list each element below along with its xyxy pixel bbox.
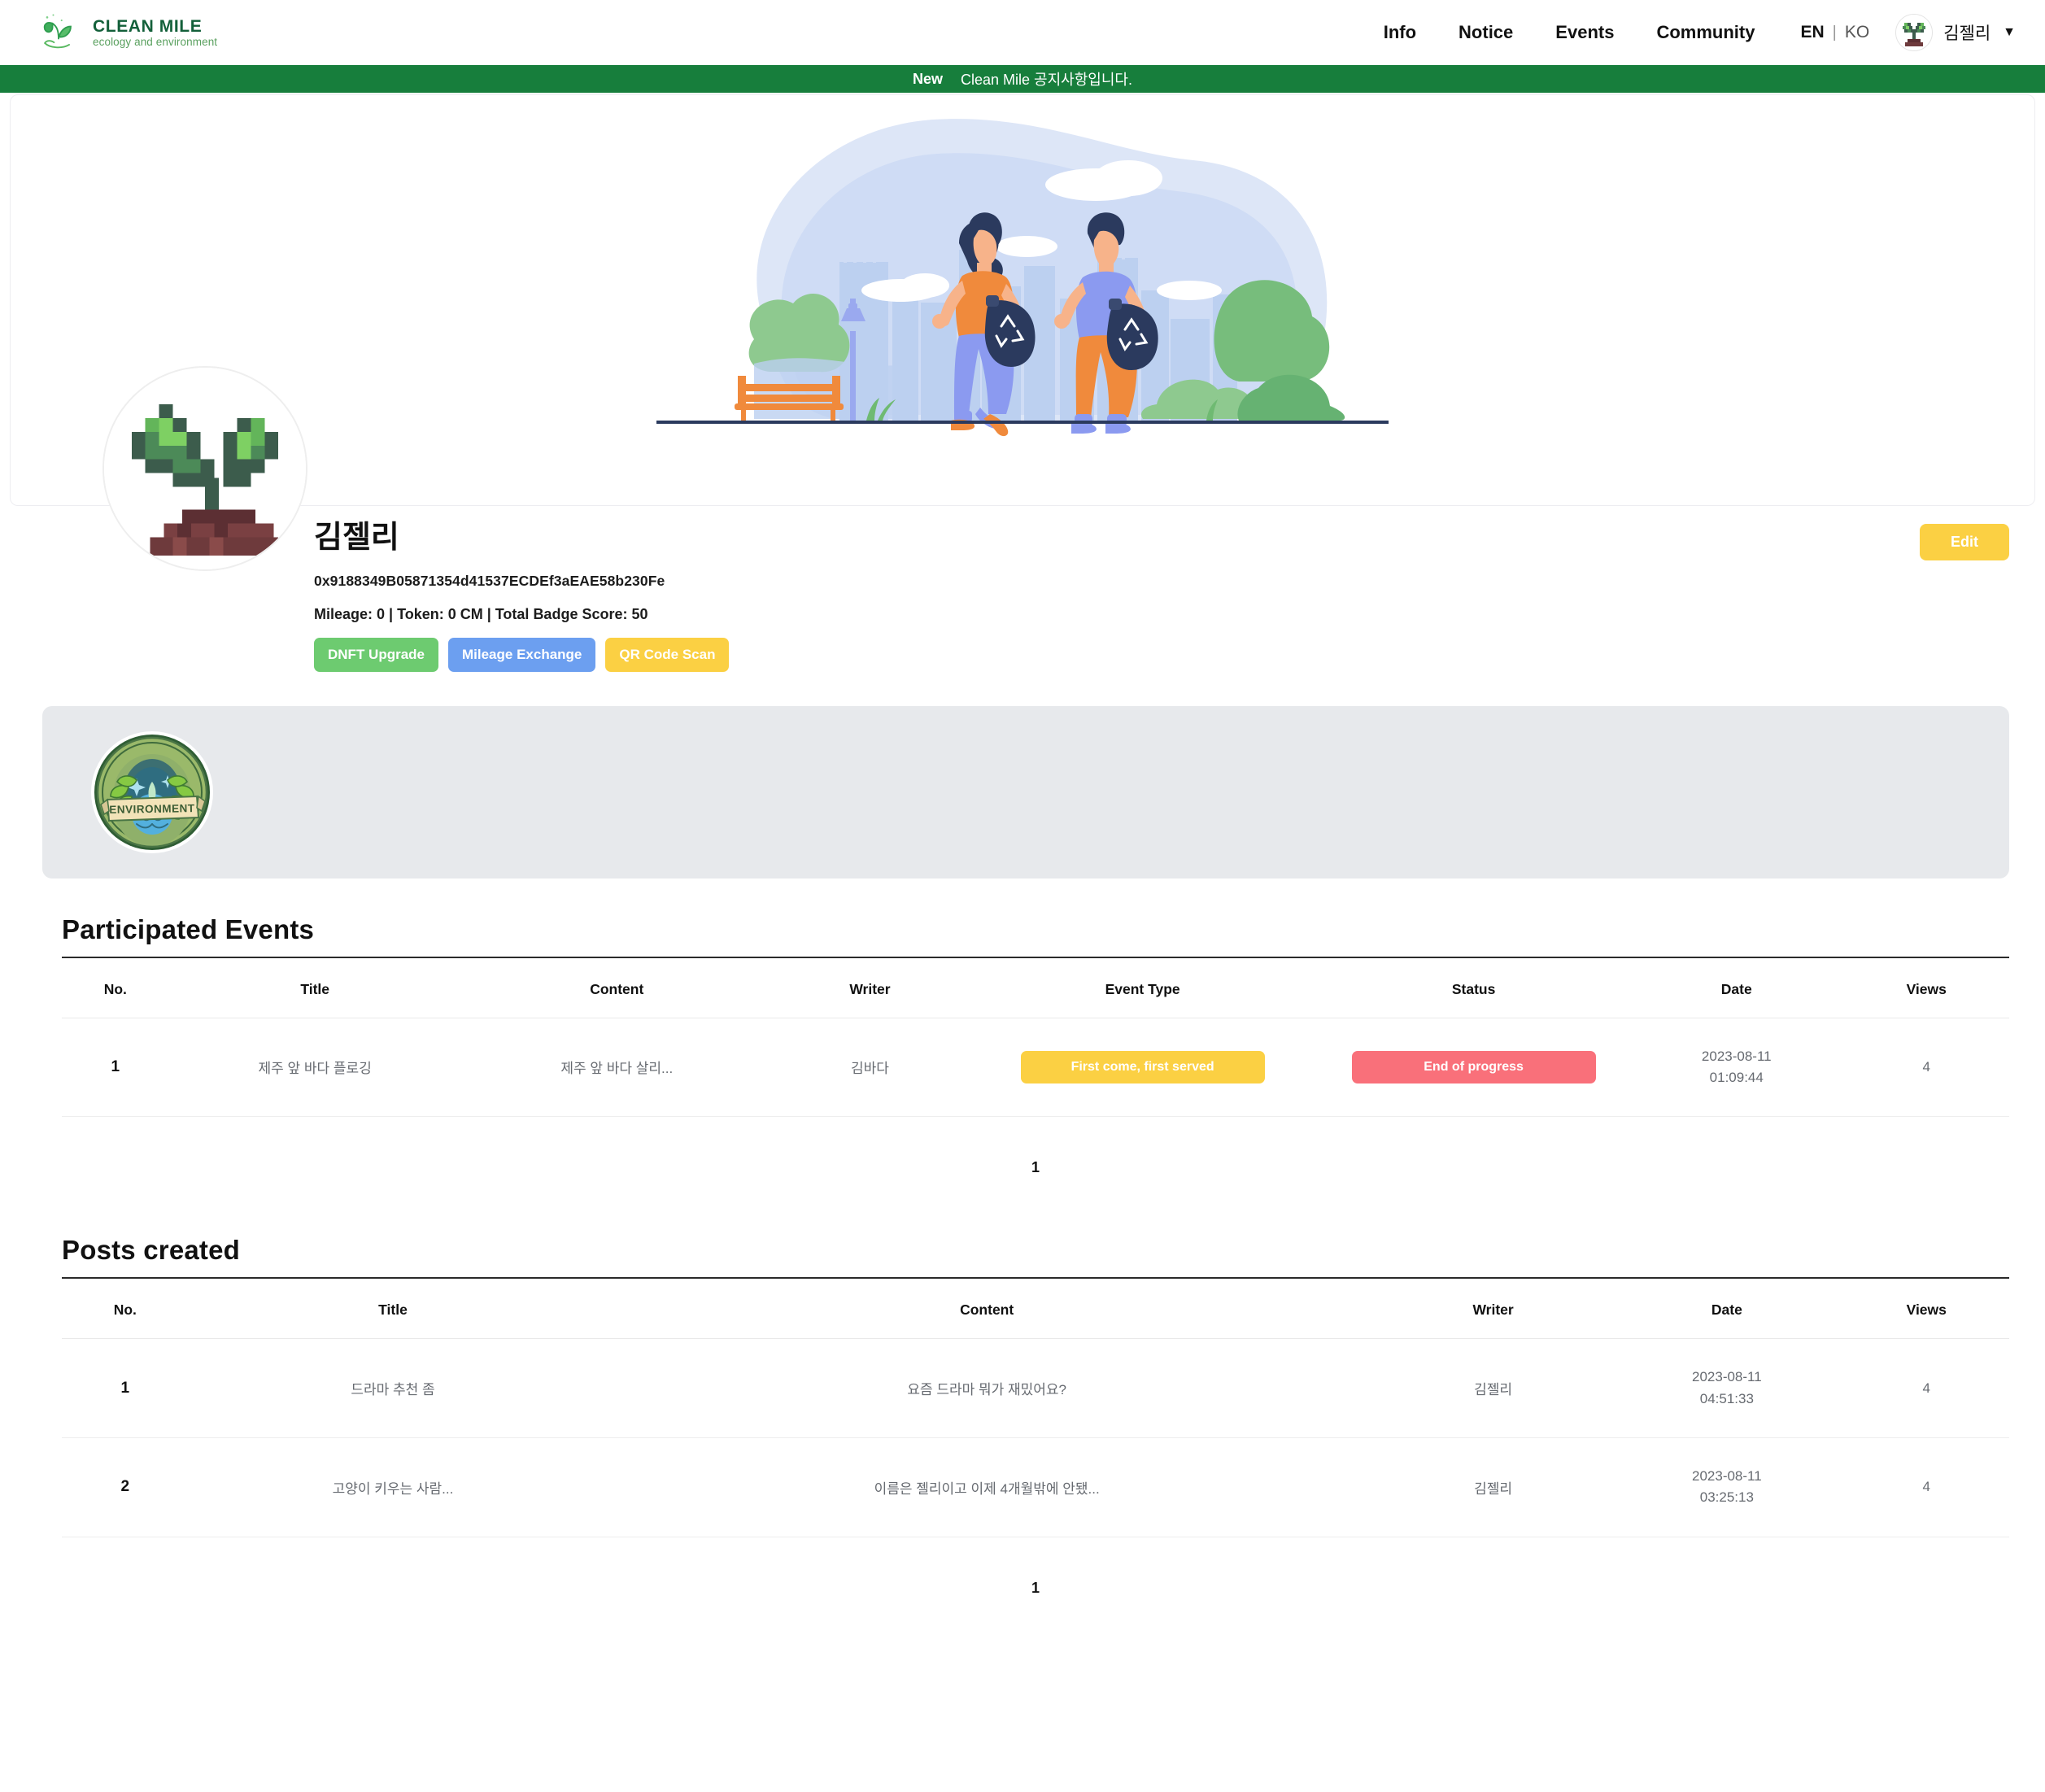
plogging-illustration <box>656 119 1389 437</box>
participated-events-section: Participated Events No. Title Content Wr… <box>62 914 2009 1177</box>
events-col-title: Title <box>168 957 461 1018</box>
lang-divider: | <box>1832 23 1837 41</box>
posts-cell-content: 요즘 드라마 뭐가 재밌어요? <box>597 1338 1376 1438</box>
events-col-date: Date <box>1629 957 1844 1018</box>
posts-cell-no: 2 <box>62 1437 189 1537</box>
events-col-views: Views <box>1843 957 2009 1018</box>
notice-text: Clean Mile 공지사항입니다. <box>961 72 1132 88</box>
profile-action-buttons: DNFT Upgrade Mileage Exchange QR Code Sc… <box>314 637 730 672</box>
events-cell-date: 2023-08-11 01:09:44 <box>1629 1018 1844 1118</box>
pixel-sprout-avatar-large-icon <box>104 368 306 569</box>
lang-option-en[interactable]: EN <box>1800 23 1824 42</box>
events-cell-status: End of progress <box>1318 1018 1630 1118</box>
edit-profile-button[interactable]: Edit <box>1920 524 2009 560</box>
qr-code-scan-button[interactable]: QR Code Scan <box>605 637 730 672</box>
user-menu[interactable]: 김젤리 ▼ <box>1887 14 2016 51</box>
posts-pagination[interactable]: 1 <box>62 1537 2009 1597</box>
posts-cell-no: 1 <box>62 1338 189 1438</box>
brand-logo[interactable]: CLEAN MILE ecology and environment <box>36 10 217 55</box>
posts-cell-writer: 김젤리 <box>1376 1437 1611 1537</box>
posts-date-time: 04:51:33 <box>1699 1390 1754 1406</box>
posts-cell-title[interactable]: 드라마 추천 좀 <box>188 1338 598 1438</box>
posts-col-date: Date <box>1610 1279 1844 1340</box>
table-row[interactable]: 1 드라마 추천 좀 요즘 드라마 뭐가 재밌어요? 김젤리 2023-08-1… <box>62 1338 2009 1438</box>
user-name: 김젤리 <box>1943 24 1991 43</box>
events-pagination[interactable]: 1 <box>62 1117 2009 1176</box>
posts-col-views: Views <box>1843 1279 2009 1340</box>
site-header: CLEAN MILE ecology and environment Info … <box>0 0 2045 65</box>
wallet-address: 0x9188349B05871354d41537ECDEf3aEAE58b230… <box>314 572 665 589</box>
chevron-down-icon[interactable]: ▼ <box>2003 25 2016 40</box>
notice-new-badge: New <box>913 70 944 87</box>
events-cell-title[interactable]: 제주 앞 바다 플로깅 <box>168 1018 461 1118</box>
table-row[interactable]: 1 제주 앞 바다 플로깅 제주 앞 바다 살리... 김바다 First co… <box>62 1018 2009 1118</box>
nav-item-events[interactable]: Events <box>1534 22 1635 43</box>
dnft-upgrade-button[interactable]: DNFT Upgrade <box>314 637 438 672</box>
nav-item-community[interactable]: Community <box>1635 22 1776 43</box>
posts-cell-content: 이름은 젤리이고 이제 4개월밖에 안됐... <box>597 1437 1376 1537</box>
posts-date-day: 2023-08-11 <box>1692 1467 1762 1484</box>
language-switcher: EN | KO <box>1776 23 1887 42</box>
posts-created-section: Posts created No. Title Content Writer D… <box>62 1235 2009 1596</box>
profile-avatar <box>102 366 307 571</box>
table-row[interactable]: 2 고양이 키우는 사람... 이름은 젤리이고 이제 4개월밖에 안됐... … <box>62 1437 2009 1537</box>
event-type-badge: First come, first served <box>1020 1050 1265 1083</box>
events-cell-writer: 김바다 <box>772 1018 968 1118</box>
posts-cell-date: 2023-08-11 03:25:13 <box>1610 1437 1844 1537</box>
profile-name: 김젤리 <box>314 521 399 555</box>
posts-cell-views: 4 <box>1843 1437 2009 1537</box>
status-badge: End of progress <box>1351 1050 1596 1083</box>
profile-section: 김젤리 0x9188349B05871354d41537ECDEf3aEAE58… <box>0 366 2045 672</box>
svg-text:ENVIRONMENT: ENVIRONMENT <box>109 802 195 816</box>
notice-banner[interactable]: New Clean Mile 공지사항입니다. <box>0 65 2045 93</box>
events-date-time: 01:09:44 <box>1709 1069 1764 1085</box>
posts-cell-date: 2023-08-11 04:51:33 <box>1610 1338 1844 1438</box>
brand-subtitle: ecology and environment <box>93 36 218 49</box>
posts-section-title: Posts created <box>62 1235 241 1266</box>
posts-table-header-row: No. Title Content Writer Date Views <box>62 1279 2009 1340</box>
lang-option-ko[interactable]: KO <box>1845 23 1869 42</box>
events-col-event-type: Event Type <box>967 957 1319 1018</box>
posts-col-content: Content <box>597 1279 1376 1340</box>
profile-stats: Mileage: 0 | Token: 0 CM | Total Badge S… <box>314 605 648 622</box>
posts-col-writer: Writer <box>1376 1279 1611 1340</box>
events-col-status: Status <box>1318 957 1630 1018</box>
nav-item-notice[interactable]: Notice <box>1437 22 1534 43</box>
pixel-sprout-avatar-icon <box>1895 14 1934 51</box>
sprout-in-hand-icon <box>36 10 81 55</box>
events-col-writer: Writer <box>772 957 968 1018</box>
brand-title: CLEAN MILE <box>93 16 203 36</box>
events-table: No. Title Content Writer Event Type Stat… <box>62 957 2009 1118</box>
posts-cell-views: 4 <box>1843 1338 2009 1438</box>
events-date-day: 2023-08-11 <box>1701 1048 1772 1064</box>
events-col-content: Content <box>460 957 773 1018</box>
posts-col-title: Title <box>188 1279 598 1340</box>
events-cell-content: 제주 앞 바다 살리... <box>460 1018 773 1118</box>
posts-date-day: 2023-08-11 <box>1692 1369 1762 1385</box>
badge-panel: ENVIRONMENT <box>42 705 2009 879</box>
events-section-title: Participated Events <box>62 913 315 944</box>
events-cell-no: 1 <box>62 1018 169 1118</box>
events-col-no: No. <box>62 957 169 1018</box>
environment-badge-icon[interactable]: ENVIRONMENT <box>89 730 215 855</box>
posts-table: No. Title Content Writer Date Views 1 드라… <box>62 1279 2009 1537</box>
posts-cell-writer: 김젤리 <box>1376 1338 1611 1438</box>
mileage-exchange-button[interactable]: Mileage Exchange <box>448 637 596 672</box>
posts-date-time: 03:25:13 <box>1699 1489 1754 1506</box>
hero-banner <box>10 94 2035 506</box>
events-cell-event-type: First come, first served <box>967 1018 1319 1118</box>
posts-cell-title[interactable]: 고양이 키우는 사람... <box>188 1437 598 1537</box>
nav-item-info[interactable]: Info <box>1363 22 1437 43</box>
events-table-header-row: No. Title Content Writer Event Type Stat… <box>62 957 2009 1018</box>
events-cell-views: 4 <box>1843 1018 2009 1118</box>
main-nav: Info Notice Events Community EN | KO 김젤리… <box>1363 14 2016 51</box>
posts-col-no: No. <box>62 1279 189 1340</box>
